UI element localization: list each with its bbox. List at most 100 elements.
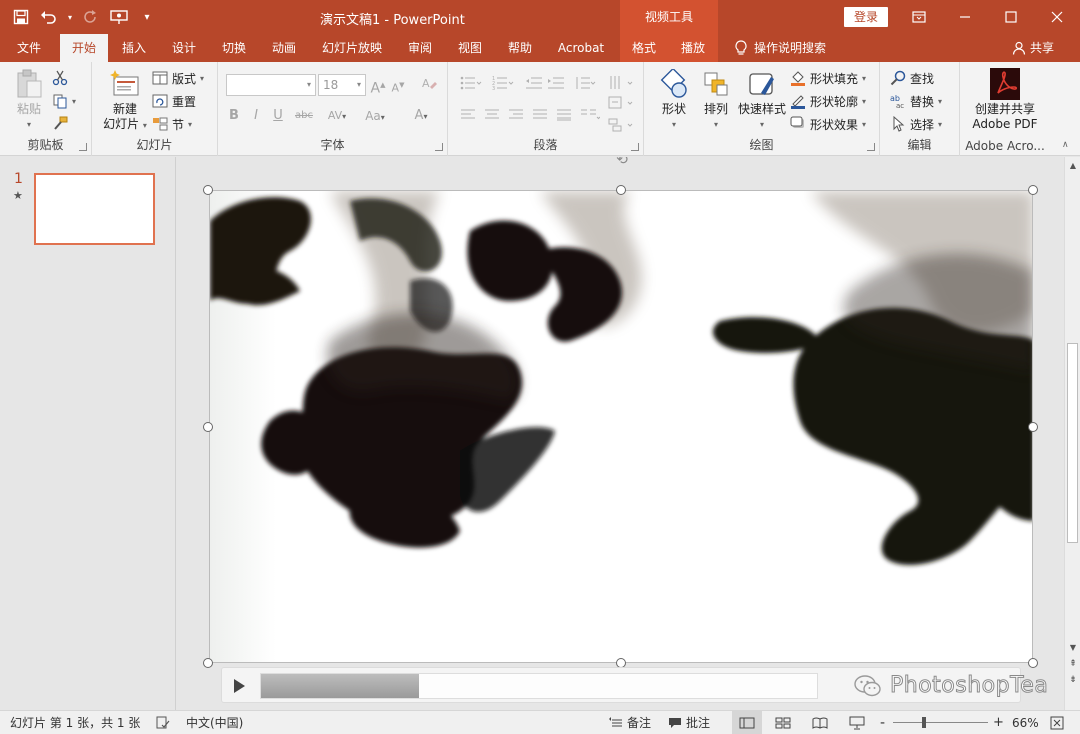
clear-formatting-icon[interactable]: A [420,75,438,95]
font-name-combo[interactable]: ▾ [226,74,316,96]
replace-button[interactable]: ab ac 替换 ▾ [890,91,942,111]
slide-thumbnail-1[interactable] [34,173,155,245]
shape-effects-button[interactable]: 形状效果 ▾ [790,114,866,134]
tab-animations[interactable]: 动画 [262,34,306,62]
tab-format[interactable]: 格式 [620,34,668,62]
resize-handle-bottom-right[interactable] [1028,658,1038,668]
share-button[interactable]: 共享 [1012,34,1054,62]
rotate-handle-icon[interactable]: ⟲ [612,157,632,168]
play-icon[interactable] [230,677,248,695]
shrink-font-button[interactable]: A▼ [390,75,406,95]
tab-view[interactable]: 视图 [448,34,492,62]
tab-file[interactable]: 文件 [6,34,52,62]
resize-handle-left[interactable] [203,422,213,432]
bold-button[interactable]: B [226,106,242,126]
undo-icon[interactable] [38,6,60,28]
create-share-adobe-pdf-button[interactable]: 创建并共享 Adobe PDF [964,68,1046,132]
slideshow-view-icon[interactable] [849,711,865,734]
minimize-icon[interactable] [942,0,988,34]
clipboard-dialog-launcher[interactable] [79,143,87,151]
shapes-button[interactable]: 形状 ▾ [654,68,694,132]
tell-me-search[interactable]: 操作说明搜索 [734,34,826,62]
shape-fill-button[interactable]: 形状填充 ▾ [790,68,866,88]
close-icon[interactable] [1034,0,1080,34]
justify-icon[interactable] [530,108,550,128]
next-slide-icon[interactable]: ⇟ [1065,673,1080,687]
grow-font-button[interactable]: A▲ [370,75,386,97]
italic-button[interactable]: I [248,106,264,126]
zoom-slider-thumb[interactable] [922,717,927,728]
resize-handle-top-right[interactable] [1028,185,1038,195]
tab-review[interactable]: 审阅 [398,34,442,62]
tab-home[interactable]: 开始 [60,34,108,62]
zoom-slider[interactable] [893,717,988,728]
shape-outline-button[interactable]: 形状轮廓 ▾ [790,91,866,111]
resize-handle-top[interactable] [616,185,626,195]
slide-canvas[interactable] [209,190,1033,663]
columns-icon[interactable] [578,108,602,128]
numbering-icon[interactable]: 123 [490,75,516,95]
drawing-dialog-launcher[interactable] [867,143,875,151]
language-status[interactable]: 中文(中国) [186,711,243,734]
align-left-icon[interactable] [458,108,478,128]
underline-button[interactable]: U [270,106,286,126]
customize-qat-icon[interactable]: ▾ [136,6,158,28]
character-spacing-button[interactable]: AV▾ [322,106,352,126]
smartart-icon[interactable] [606,118,636,138]
tab-help[interactable]: 帮助 [498,34,542,62]
presentation-from-start-icon[interactable] [108,6,130,28]
resize-handle-top-left[interactable] [203,185,213,195]
notes-button[interactable]: 备注 [609,711,651,734]
zoom-in-button[interactable]: + [993,711,1004,734]
reading-view-icon[interactable] [812,711,828,734]
tab-playback[interactable]: 播放 [668,34,718,62]
copy-button[interactable]: ▾ [52,91,76,111]
scroll-down-icon[interactable]: ▼ [1065,641,1080,655]
collapse-ribbon-icon[interactable]: ∧ [1062,140,1069,150]
login-button[interactable]: 登录 [844,7,888,27]
tab-insert[interactable]: 插入 [112,34,156,62]
scroll-up-icon[interactable]: ▲ [1065,159,1080,173]
bullets-icon[interactable] [458,75,484,95]
tab-acrobat[interactable]: Acrobat [550,34,612,62]
normal-view-icon[interactable] [732,711,762,734]
align-center-icon[interactable] [482,108,502,128]
zoom-out-button[interactable]: - [880,711,885,734]
quick-styles-button[interactable]: 快速样式 ▾ [736,68,788,132]
tab-transitions[interactable]: 切换 [212,34,256,62]
section-button[interactable]: 节 ▾ [152,114,192,134]
font-dialog-launcher[interactable] [435,143,443,151]
save-icon[interactable] [10,6,32,28]
slide-sorter-view-icon[interactable] [775,711,791,734]
tab-design[interactable]: 设计 [162,34,206,62]
decrease-indent-icon[interactable] [524,75,544,95]
paragraph-dialog-launcher[interactable] [631,143,639,151]
redo-icon[interactable] [80,6,102,28]
cut-button[interactable] [52,68,68,88]
ink-in-water-video-frame[interactable] [210,191,1033,663]
previous-slide-icon[interactable]: ⇞ [1065,657,1080,671]
text-direction-icon[interactable] [606,75,636,95]
fit-to-window-icon[interactable] [1050,711,1064,734]
font-color-button[interactable]: A▾ [406,106,436,126]
strikethrough-button[interactable]: abc [290,106,318,126]
comments-button[interactable]: 批注 [668,711,710,734]
align-right-icon[interactable] [506,108,526,128]
ribbon-display-options-icon[interactable] [896,0,942,34]
line-spacing-icon[interactable] [572,75,598,95]
distributed-icon[interactable] [554,108,574,128]
zoom-level[interactable]: 66% [1012,711,1039,734]
reset-button[interactable]: 重置 [152,91,196,111]
paste-button[interactable]: 粘贴 ▾ [10,68,48,132]
increase-indent-icon[interactable] [546,75,566,95]
format-painter-button[interactable] [52,114,68,134]
change-case-button[interactable]: Aa▾ [358,106,392,126]
vertical-scrollbar[interactable]: ▲ ▼ ⇞ ⇟ [1064,157,1080,710]
proofing-icon[interactable] [156,711,170,734]
resize-handle-bottom-left[interactable] [203,658,213,668]
playback-progress-track[interactable] [260,673,818,699]
maximize-icon[interactable] [988,0,1034,34]
vertical-scroll-thumb[interactable] [1067,343,1078,543]
undo-dropdown-icon[interactable]: ▾ [66,6,74,28]
arrange-button[interactable]: 排列 ▾ [696,68,736,132]
